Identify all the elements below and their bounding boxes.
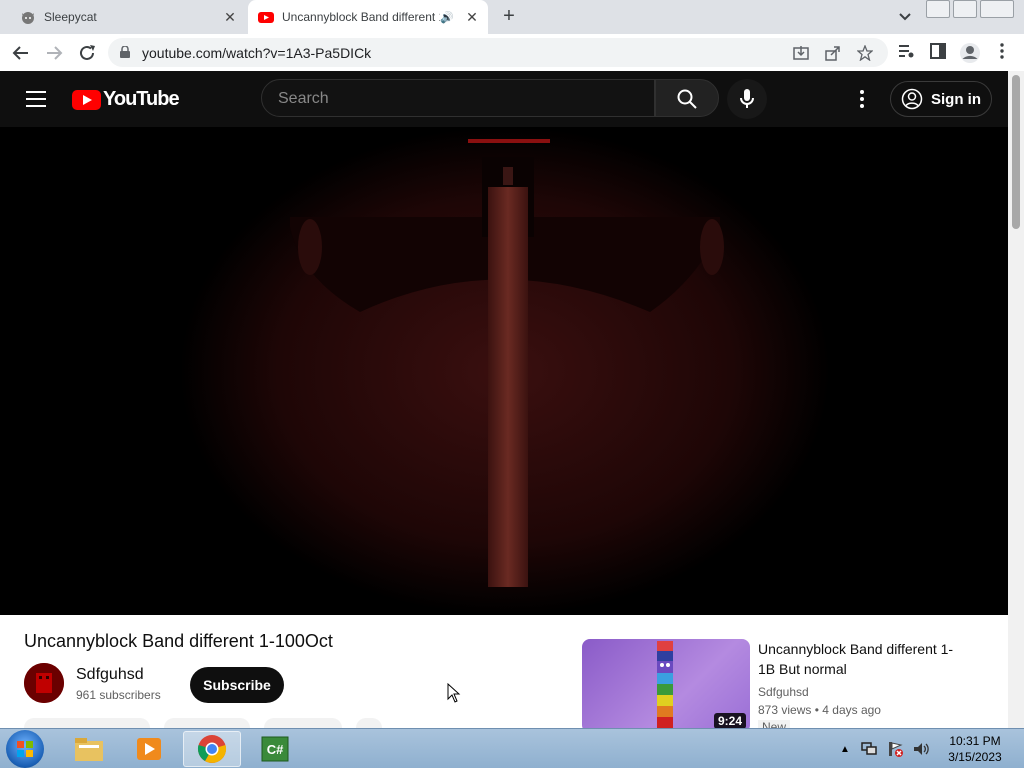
recommended-age: 4 days ago (822, 703, 881, 717)
search-icon (677, 89, 697, 109)
youtube-play-logo-icon (72, 89, 101, 110)
recommended-meta: 873 views • 4 days ago (758, 703, 881, 717)
profile-icon[interactable] (959, 42, 981, 64)
minimize-button[interactable] (926, 0, 950, 18)
windows-taskbar: C# ▲ 10:31 PM 3/15/2023 (0, 728, 1024, 768)
browser-toolbar: youtube.com/watch?v=1A3-Pa5DICk (0, 34, 1024, 72)
install-icon[interactable] (793, 45, 809, 61)
avatar-image (24, 663, 64, 703)
side-panel-icon[interactable] (929, 42, 947, 60)
cat-icon (22, 12, 34, 24)
new-tab-button[interactable]: + (498, 6, 520, 28)
tab-title: Sleepycat (44, 10, 97, 24)
csharp-icon: C# (261, 736, 289, 762)
microphone-icon (740, 89, 754, 108)
explorer-icon (75, 738, 103, 761)
taskbar-explorer[interactable] (60, 731, 118, 767)
recommended-channel[interactable]: Sdfguhsd (758, 685, 809, 699)
video-duration: 9:24 (713, 713, 746, 729)
recommended-views: 873 views (758, 703, 812, 717)
volume-icon[interactable] (912, 741, 930, 757)
taskbar-chrome[interactable] (183, 731, 241, 767)
tab-youtube[interactable]: Uncannyblock Band different 1-1000ct 🔊 ✕ (248, 0, 488, 34)
youtube-logo[interactable]: YouTube (72, 88, 180, 111)
tab-title: Uncannyblock Band different 1-1000ct (282, 10, 440, 24)
page-scrollbar[interactable] (1008, 71, 1024, 728)
recommended-thumbnail[interactable]: 9:24 (582, 639, 750, 733)
reload-icon[interactable] (76, 42, 98, 64)
account-circle-icon (901, 88, 923, 110)
close-window-button[interactable] (980, 0, 1014, 18)
taskbar-media-player[interactable] (120, 731, 178, 767)
tab-close-icon[interactable]: ✕ (220, 9, 240, 26)
media-player-icon (137, 738, 161, 760)
sign-in-button[interactable]: Sign in (890, 81, 992, 117)
mouse-cursor-icon (447, 683, 461, 703)
clock-time: 10:31 PM (949, 734, 1001, 748)
clock-date: 3/15/2023 (948, 750, 1002, 764)
youtube-wordmark: YouTube (103, 88, 180, 110)
scrollbar-thumb[interactable] (1012, 75, 1020, 229)
channel-avatar[interactable] (24, 663, 64, 703)
system-tray: ▲ (840, 729, 930, 769)
recommended-title[interactable]: Uncannyblock Band different 1-1B But nor… (758, 639, 968, 679)
voice-search-button[interactable] (727, 79, 767, 119)
taskbar-clock[interactable]: 10:31 PM 3/15/2023 (940, 733, 1010, 765)
channel-name[interactable]: Sdfguhsd (76, 666, 144, 684)
start-button[interactable] (6, 730, 44, 768)
tab-close-icon[interactable]: ✕ (462, 9, 482, 26)
show-hidden-icons-icon[interactable]: ▲ (840, 744, 850, 755)
url-text[interactable]: youtube.com/watch?v=1A3-Pa5DICk (142, 45, 371, 61)
menu-dots-icon[interactable] (994, 42, 1010, 60)
video-frame (0, 127, 1008, 615)
csharp-label: C# (267, 742, 284, 757)
lock-icon[interactable] (120, 46, 130, 58)
search-input[interactable] (262, 80, 650, 118)
video-player[interactable] (0, 127, 1008, 615)
settings-dots-icon[interactable] (852, 87, 872, 111)
video-title: Uncannyblock Band different 1-100Oct (24, 631, 333, 651)
star-icon[interactable] (857, 45, 873, 61)
address-bar[interactable]: youtube.com/watch?v=1A3-Pa5DICk (108, 38, 888, 67)
taskbar-csharp[interactable]: C# (246, 731, 304, 767)
subscribe-button[interactable]: Subscribe (190, 667, 284, 703)
windows-logo-icon (17, 741, 33, 757)
network-icon[interactable] (860, 741, 878, 757)
speaker-icon[interactable]: 🔊 (440, 11, 454, 24)
youtube-icon (258, 12, 274, 23)
subscriber-count: 961 subscribers (76, 688, 161, 702)
chevron-down-icon[interactable] (895, 8, 915, 26)
chrome-icon (197, 735, 227, 763)
back-arrow-icon[interactable] (10, 42, 32, 64)
hamburger-menu-icon[interactable] (26, 91, 46, 107)
forward-arrow-icon[interactable] (43, 42, 65, 64)
tab-strip: Sleepycat ✕ Uncannyblock Band different … (0, 0, 1024, 34)
tab-sleepycat[interactable]: Sleepycat ✕ (8, 0, 246, 34)
restore-button[interactable] (953, 0, 977, 18)
share-icon[interactable] (825, 45, 841, 61)
search-box[interactable] (261, 79, 655, 118)
sign-in-label: Sign in (931, 90, 981, 108)
search-button[interactable] (655, 79, 719, 117)
media-control-icon[interactable] (897, 42, 915, 60)
youtube-masthead: YouTube Sign in (0, 71, 1008, 127)
action-center-icon[interactable] (886, 741, 904, 757)
